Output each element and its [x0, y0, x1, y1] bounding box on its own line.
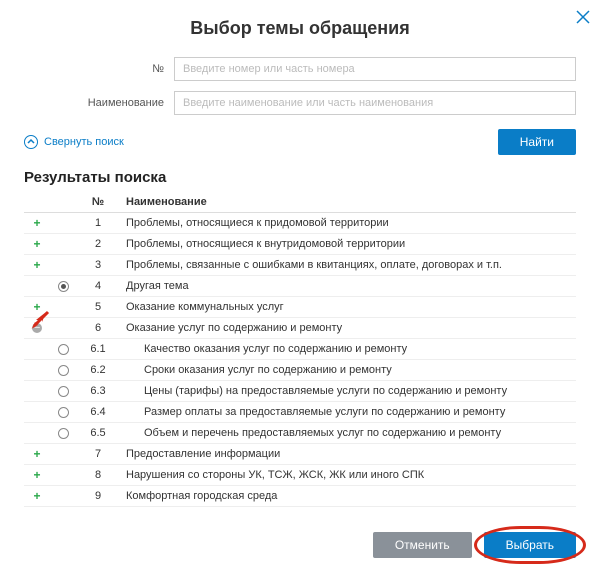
table-row: + 1 Проблемы, относящиеся к придомовой т… — [24, 213, 576, 234]
find-button[interactable]: Найти — [498, 129, 576, 155]
row-num: 6.2 — [76, 364, 120, 376]
radio-button[interactable] — [58, 365, 69, 376]
modal-title: Выбор темы обращения — [24, 18, 576, 39]
cancel-button[interactable]: Отменить — [373, 532, 472, 558]
row-name[interactable]: Размер оплаты за предоставляемые услуги … — [120, 406, 576, 418]
table-row: – 6 Оказание услуг по содержанию и ремон… — [24, 318, 576, 339]
row-name[interactable]: Предоставление информации — [120, 448, 576, 460]
radio-button[interactable] — [58, 344, 69, 355]
row-name[interactable]: Оказание услуг по содержанию и ремонту — [120, 322, 576, 334]
name-row: Наименование — [24, 91, 576, 115]
expand-icon[interactable]: + — [32, 218, 42, 228]
expand-icon[interactable]: + — [32, 449, 42, 459]
results-table: № Наименование + 1 Проблемы, относящиеся… — [24, 192, 576, 507]
close-icon[interactable] — [572, 6, 594, 28]
row-num: 3 — [76, 259, 120, 271]
radio-button[interactable] — [58, 281, 69, 292]
row-num: 6.3 — [76, 385, 120, 397]
row-num: 6.5 — [76, 427, 120, 439]
expand-icon[interactable]: + — [32, 260, 42, 270]
collapse-search-label: Свернуть поиск — [44, 136, 124, 148]
row-num: 2 — [76, 238, 120, 250]
row-num: 6.4 — [76, 406, 120, 418]
table-row: 6.3 Цены (тарифы) на предоставляемые усл… — [24, 381, 576, 402]
col-header-name: Наименование — [120, 196, 576, 208]
row-name[interactable]: Другая тема — [120, 280, 576, 292]
row-name[interactable]: Сроки оказания услуг по содержанию и рем… — [120, 364, 576, 376]
row-num: 1 — [76, 217, 120, 229]
row-name[interactable]: Объем и перечень предоставляемых услуг п… — [120, 427, 576, 439]
row-name[interactable]: Проблемы, относящиеся к придомовой терри… — [120, 217, 576, 229]
row-name[interactable]: Комфортная городская среда — [120, 490, 576, 502]
expand-icon[interactable]: + — [32, 491, 42, 501]
table-row: + 7 Предоставление информации — [24, 444, 576, 465]
collapse-search-link[interactable]: Свернуть поиск — [24, 135, 124, 149]
collapse-icon[interactable]: – — [32, 323, 42, 333]
expand-icon[interactable]: + — [32, 239, 42, 249]
number-row: № — [24, 57, 576, 81]
radio-button[interactable] — [58, 407, 69, 418]
table-row: + 8 Нарушения со стороны УК, ТСЖ, ЖСК, Ж… — [24, 465, 576, 486]
table-row: 6.1 Качество оказания услуг по содержани… — [24, 339, 576, 360]
row-num: 7 — [76, 448, 120, 460]
table-row: 4 Другая тема — [24, 276, 576, 297]
row-name[interactable]: Нарушения со стороны УК, ТСЖ, ЖСК, ЖК ил… — [120, 469, 576, 481]
row-num: 5 — [76, 301, 120, 313]
row-num: 6.1 — [76, 343, 120, 355]
row-name[interactable]: Проблемы, относящиеся к внутридомовой те… — [120, 238, 576, 250]
results-title: Результаты поиска — [24, 169, 576, 186]
col-header-num: № — [76, 196, 120, 208]
radio-button[interactable] — [58, 386, 69, 397]
row-name[interactable]: Проблемы, связанные с ошибками в квитанц… — [120, 259, 576, 271]
table-row: 6.4 Размер оплаты за предоставляемые усл… — [24, 402, 576, 423]
expand-icon[interactable]: + — [32, 302, 42, 312]
number-label: № — [24, 63, 174, 75]
footer-actions: Отменить Выбрать — [373, 532, 576, 558]
row-num: 8 — [76, 469, 120, 481]
select-button[interactable]: Выбрать — [484, 532, 576, 558]
row-name[interactable]: Цены (тарифы) на предоставляемые услуги … — [120, 385, 576, 397]
row-name[interactable]: Качество оказания услуг по содержанию и … — [120, 343, 576, 355]
table-row: + 2 Проблемы, относящиеся к внутридомово… — [24, 234, 576, 255]
row-num: 4 — [76, 280, 120, 292]
topic-selection-modal: Выбор темы обращения № Наименование Свер… — [0, 0, 600, 566]
name-label: Наименование — [24, 97, 174, 109]
table-row: + 3 Проблемы, связанные с ошибками в кви… — [24, 255, 576, 276]
radio-button[interactable] — [58, 428, 69, 439]
chevron-up-icon — [24, 135, 38, 149]
table-row: 6.5 Объем и перечень предоставляемых усл… — [24, 423, 576, 444]
table-row: + 9 Комфортная городская среда — [24, 486, 576, 507]
table-header: № Наименование — [24, 192, 576, 213]
table-row: 6.2 Сроки оказания услуг по содержанию и… — [24, 360, 576, 381]
name-input[interactable] — [174, 91, 576, 115]
row-name[interactable]: Оказание коммунальных услуг — [120, 301, 576, 313]
table-row: + 5 Оказание коммунальных услуг — [24, 297, 576, 318]
row-num: 6 — [76, 322, 120, 334]
expand-icon[interactable]: + — [32, 470, 42, 480]
row-num: 9 — [76, 490, 120, 502]
number-input[interactable] — [174, 57, 576, 81]
